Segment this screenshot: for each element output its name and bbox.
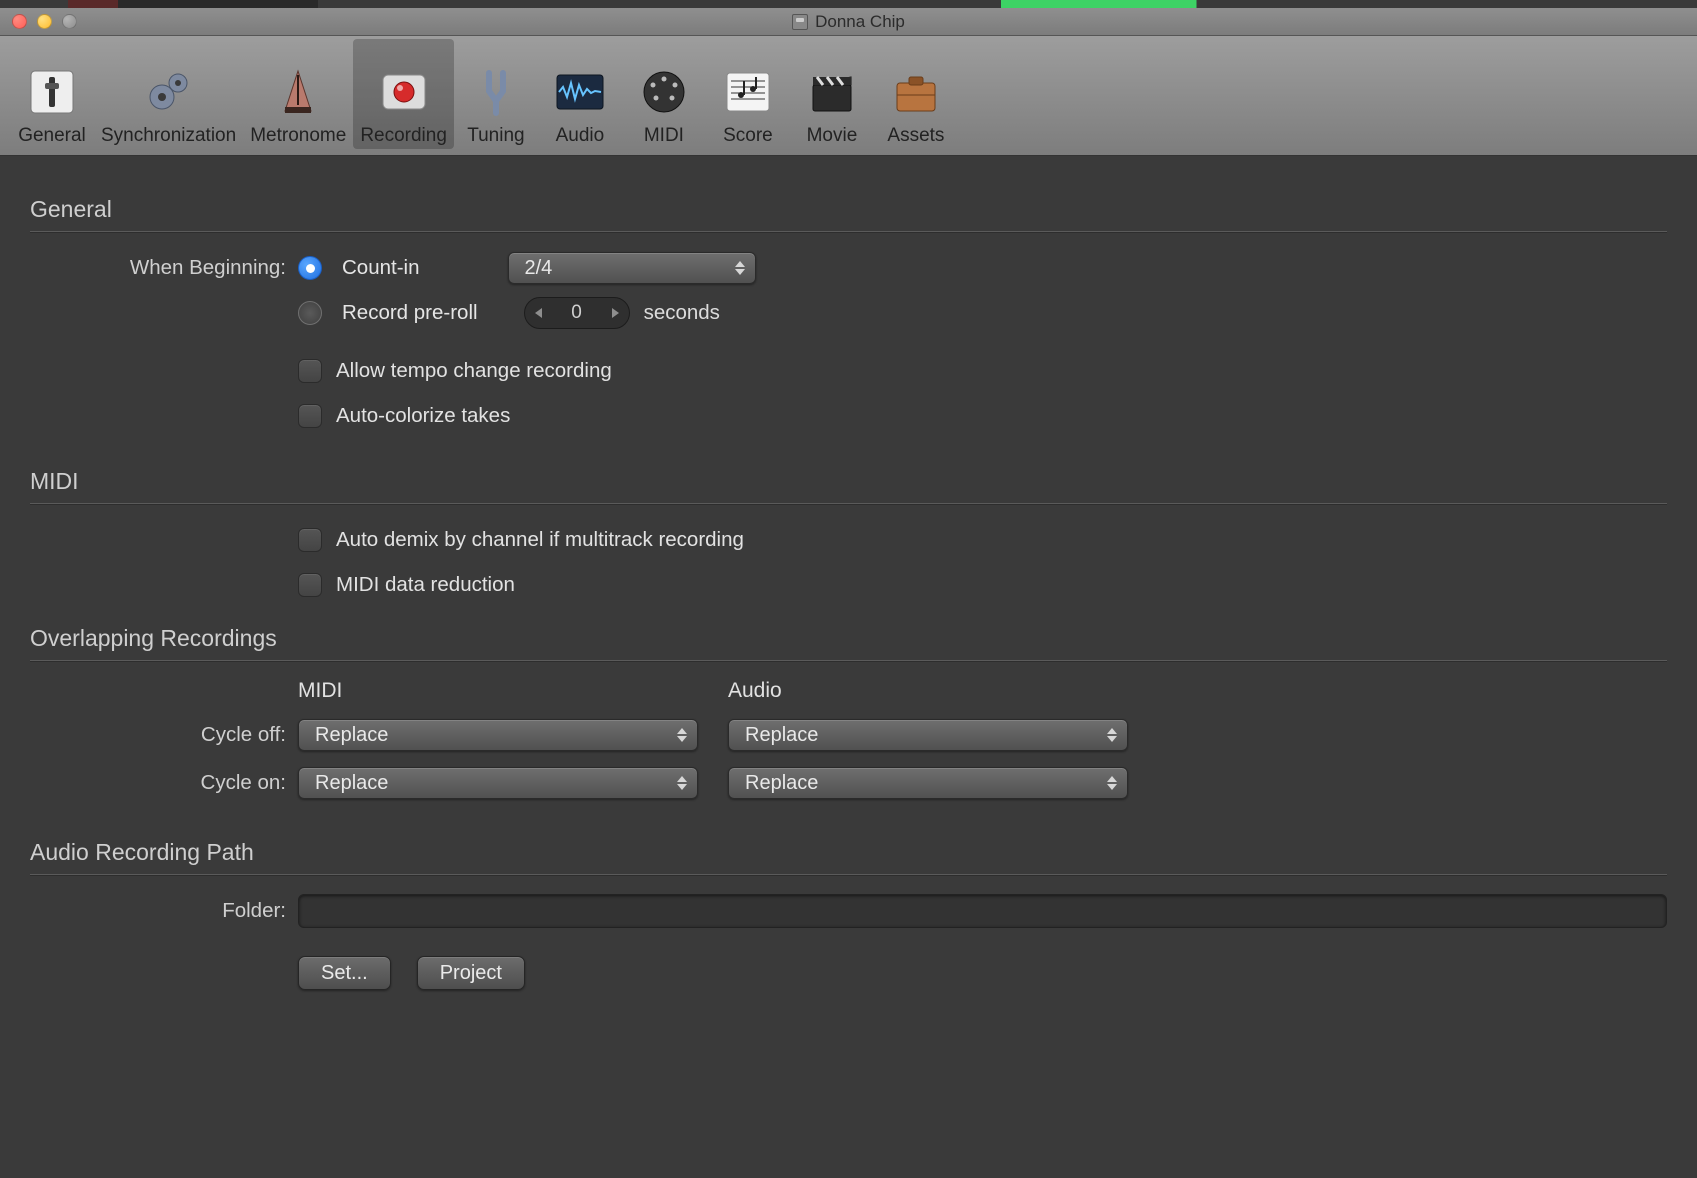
audio-cycle-on-value: Replace — [745, 772, 818, 795]
tab-midi[interactable]: MIDI — [622, 39, 706, 149]
document-icon — [792, 14, 808, 30]
preferences-toolbar: General Synchronization Metronome Record… — [0, 36, 1697, 156]
clapperboard-icon — [805, 65, 859, 119]
waveform-icon — [553, 65, 607, 119]
set-button[interactable]: Set... — [298, 956, 391, 990]
tab-synchronization[interactable]: Synchronization — [94, 39, 243, 149]
count-in-value: 2/4 — [525, 257, 553, 280]
folder-field[interactable] — [298, 894, 1667, 928]
audio-cycle-off-value: Replace — [745, 724, 818, 747]
project-button[interactable]: Project — [417, 956, 525, 990]
tab-label: Audio — [556, 125, 605, 147]
auto-colorize-checkbox[interactable] — [298, 404, 322, 428]
count-in-select[interactable]: 2/4 — [508, 252, 756, 284]
stepper-arrows-icon — [1107, 728, 1117, 742]
when-beginning-label: When Beginning: — [30, 256, 298, 280]
tab-audio[interactable]: Audio — [538, 39, 622, 149]
titlebar: Donna Chip — [0, 8, 1697, 36]
midi-cycle-on-select[interactable]: Replace — [298, 767, 698, 799]
cycle-on-label: Cycle on: — [30, 771, 298, 795]
audio-cycle-off-select[interactable]: Replace — [728, 719, 1128, 751]
section-title-path: Audio Recording Path — [30, 839, 1667, 866]
midi-cycle-off-value: Replace — [315, 724, 388, 747]
stepper-arrows-icon — [1107, 776, 1117, 790]
tab-movie[interactable]: Movie — [790, 39, 874, 149]
tab-label: Assets — [887, 125, 944, 147]
score-icon — [721, 65, 775, 119]
window-above-strip — [0, 0, 1697, 8]
preroll-stepper[interactable]: 0 — [524, 297, 630, 329]
gears-icon — [142, 65, 196, 119]
record-icon — [377, 65, 431, 119]
divider — [30, 874, 1667, 875]
tab-label: Recording — [360, 125, 447, 147]
tab-label: Score — [723, 125, 773, 147]
content-area: General When Beginning: Count-in 2/4 Rec… — [0, 156, 1697, 1040]
divider — [30, 231, 1667, 232]
metronome-icon — [271, 65, 325, 119]
tab-assets[interactable]: Assets — [874, 39, 958, 149]
preroll-value: 0 — [571, 302, 582, 324]
cycle-off-label: Cycle off: — [30, 723, 298, 747]
divider — [30, 503, 1667, 504]
count-in-label: Count-in — [342, 256, 420, 280]
auto-demix-checkbox[interactable] — [298, 528, 322, 552]
stepper-arrows-icon — [735, 261, 745, 275]
auto-colorize-label: Auto-colorize takes — [336, 404, 510, 428]
tab-tuning[interactable]: Tuning — [454, 39, 538, 149]
tab-score[interactable]: Score — [706, 39, 790, 149]
tuning-fork-icon — [469, 65, 523, 119]
decrement-icon — [535, 308, 542, 318]
increment-icon — [612, 308, 619, 318]
allow-tempo-label: Allow tempo change recording — [336, 359, 612, 383]
audio-cycle-on-select[interactable]: Replace — [728, 767, 1128, 799]
count-in-radio[interactable] — [298, 256, 322, 280]
tab-label: Movie — [807, 125, 858, 147]
midi-cycle-off-select[interactable]: Replace — [298, 719, 698, 751]
preroll-radio[interactable] — [298, 301, 322, 325]
window-title-text: Donna Chip — [815, 12, 905, 32]
briefcase-icon — [889, 65, 943, 119]
folder-label: Folder: — [30, 899, 298, 923]
auto-demix-label: Auto demix by channel if multitrack reco… — [336, 528, 744, 552]
midi-data-reduction-label: MIDI data reduction — [336, 573, 515, 597]
tab-general[interactable]: General — [10, 39, 94, 149]
midi-data-reduction-checkbox[interactable] — [298, 573, 322, 597]
divider — [30, 660, 1667, 661]
section-title-midi: MIDI — [30, 468, 1667, 495]
section-title-overlap: Overlapping Recordings — [30, 625, 1667, 652]
tab-recording[interactable]: Recording — [353, 39, 454, 149]
preroll-suffix: seconds — [644, 301, 720, 325]
midi-cycle-on-value: Replace — [315, 772, 388, 795]
tab-label: MIDI — [644, 125, 684, 147]
tab-label: General — [18, 125, 86, 147]
window-title: Donna Chip — [0, 12, 1697, 32]
preroll-label: Record pre-roll — [342, 301, 478, 325]
tab-label: Metronome — [250, 125, 346, 147]
allow-tempo-checkbox[interactable] — [298, 359, 322, 383]
midi-port-icon — [637, 65, 691, 119]
stepper-arrows-icon — [677, 728, 687, 742]
tab-label: Tuning — [467, 125, 524, 147]
stepper-arrows-icon — [677, 776, 687, 790]
slider-icon — [25, 65, 79, 119]
tab-label: Synchronization — [101, 125, 236, 147]
overlap-audio-header: Audio — [728, 679, 1134, 703]
overlap-midi-header: MIDI — [298, 679, 704, 703]
tab-metronome[interactable]: Metronome — [243, 39, 353, 149]
section-title-general: General — [30, 196, 1667, 223]
